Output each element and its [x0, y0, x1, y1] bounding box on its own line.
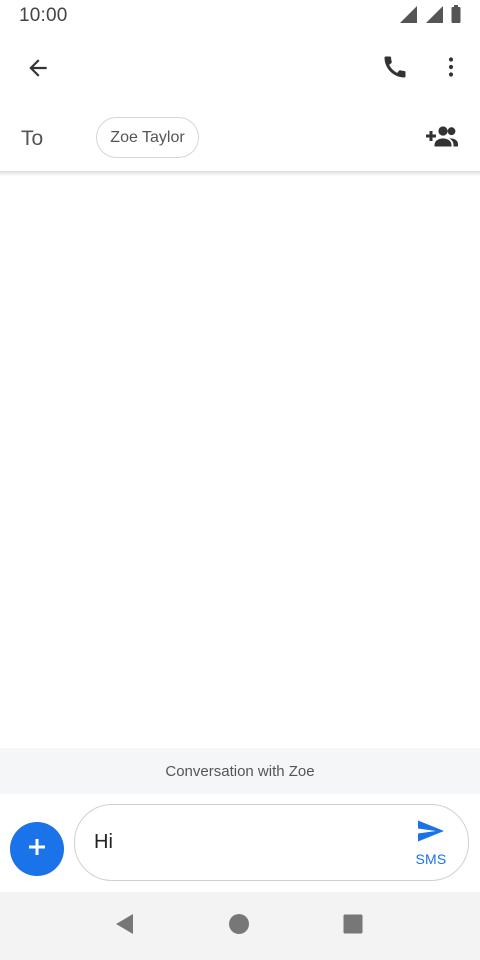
nav-recents-button[interactable]	[333, 906, 373, 946]
more-vert-icon	[439, 55, 463, 84]
plus-icon	[27, 837, 47, 862]
signal-icon	[424, 4, 444, 29]
system-nav-bar	[0, 892, 480, 960]
add-people-button[interactable]	[418, 116, 466, 160]
send-button[interactable]: SMS	[408, 819, 454, 871]
more-options-button[interactable]	[427, 45, 475, 93]
recipient-chip-label: Zoe Taylor	[110, 128, 185, 146]
to-label: To	[21, 127, 44, 150]
send-label: SMS	[415, 851, 447, 867]
nav-home-button[interactable]	[219, 906, 259, 946]
top-app-bar	[0, 32, 480, 108]
nav-home-icon	[228, 913, 250, 940]
conversation-banner: Conversation with Zoe	[0, 748, 480, 794]
message-input[interactable]	[94, 831, 384, 854]
conversation-area[interactable]	[0, 176, 480, 748]
nav-back-button[interactable]	[104, 906, 144, 946]
attach-button[interactable]	[10, 822, 64, 876]
nav-back-icon	[113, 912, 135, 941]
signal-icon	[398, 4, 418, 29]
recipient-row: To Zoe Taylor	[0, 108, 480, 172]
status-time: 10:00	[19, 5, 68, 26]
messages-screen: 10:00 To Zoe Taylor Conversation with Zo…	[0, 0, 480, 960]
recipient-chip[interactable]: Zoe Taylor	[96, 117, 199, 158]
nav-recents-icon	[342, 913, 364, 940]
compose-area: SMS	[0, 794, 480, 892]
call-button[interactable]	[371, 45, 419, 93]
status-icons	[398, 4, 462, 29]
add-people-icon	[425, 124, 459, 153]
arrow-back-icon	[25, 55, 51, 86]
compose-box: SMS	[74, 804, 469, 881]
send-icon	[417, 819, 445, 848]
battery-icon	[450, 4, 462, 29]
status-bar: 10:00	[0, 0, 480, 32]
back-button[interactable]	[14, 46, 62, 94]
conversation-banner-text: Conversation with Zoe	[165, 762, 315, 780]
phone-icon	[381, 53, 409, 86]
